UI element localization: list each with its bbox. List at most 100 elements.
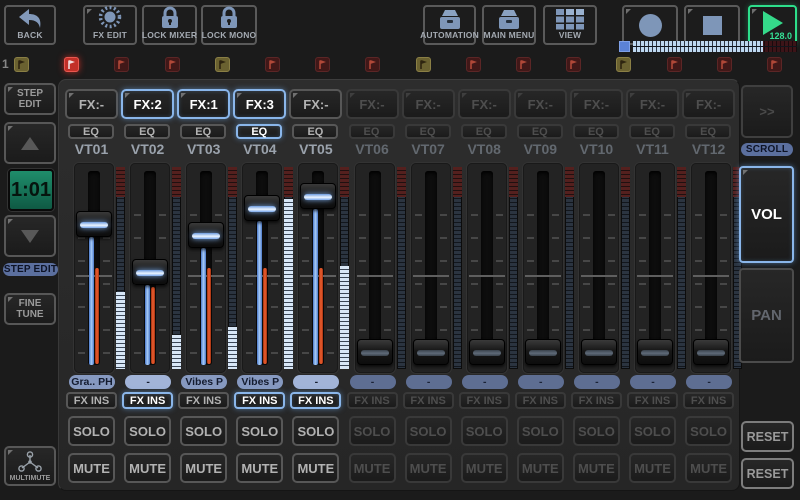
volume-fader-handle[interactable] — [637, 339, 673, 365]
eq-button[interactable]: EQ — [517, 124, 563, 139]
mute-button[interactable]: MUTE — [461, 453, 508, 483]
fx-insert-button[interactable]: FX INS — [122, 392, 173, 409]
fx-insert-button[interactable]: FX INS — [66, 392, 117, 409]
scroll-button[interactable]: >> — [741, 85, 793, 138]
track-sample-label[interactable]: - — [406, 375, 452, 389]
pattern-pad[interactable] — [566, 57, 581, 72]
fx-select-button[interactable]: FX:- — [570, 89, 623, 119]
volume-fader-handle[interactable] — [76, 211, 112, 237]
track-sample-label[interactable]: - — [350, 375, 396, 389]
lock-mono-button[interactable]: LOCK MONO — [201, 5, 257, 45]
fx-select-button[interactable]: FX:- — [402, 89, 455, 119]
mute-button[interactable]: MUTE — [180, 453, 227, 483]
fx-select-button[interactable]: FX:1 — [177, 89, 230, 119]
solo-button[interactable]: SOLO — [292, 416, 339, 446]
pattern-pad[interactable] — [667, 57, 682, 72]
pattern-pad[interactable] — [265, 57, 280, 72]
volume-fader-handle[interactable] — [693, 339, 729, 365]
mute-button[interactable]: MUTE — [405, 453, 452, 483]
eq-button[interactable]: EQ — [292, 124, 338, 139]
fx-insert-button[interactable]: FX INS — [234, 392, 285, 409]
solo-button[interactable]: SOLO — [180, 416, 227, 446]
eq-button[interactable]: EQ — [685, 124, 731, 139]
mute-button[interactable]: MUTE — [124, 453, 171, 483]
eq-button[interactable]: EQ — [180, 124, 226, 139]
playhead-marker[interactable] — [619, 41, 630, 52]
mute-button[interactable]: MUTE — [292, 453, 339, 483]
step-down-button[interactable] — [4, 215, 56, 257]
solo-button[interactable]: SOLO — [461, 416, 508, 446]
step-up-button[interactable] — [4, 122, 56, 164]
volume-fader-handle[interactable] — [581, 339, 617, 365]
track-sample-label[interactable]: Gra.. PH — [69, 375, 115, 389]
pattern-pad[interactable] — [365, 57, 380, 72]
track-sample-label[interactable]: - — [518, 375, 564, 389]
volume-fader-handle[interactable] — [244, 195, 280, 221]
pattern-pad[interactable] — [114, 57, 129, 72]
eq-button[interactable]: EQ — [405, 124, 451, 139]
pattern-pad[interactable] — [64, 57, 79, 72]
fx-select-button[interactable]: FX:2 — [121, 89, 174, 119]
fx-insert-button[interactable]: FX INS — [515, 392, 566, 409]
mute-button[interactable]: MUTE — [236, 453, 283, 483]
track-sample-label[interactable]: - — [293, 375, 339, 389]
fx-insert-button[interactable]: FX INS — [571, 392, 622, 409]
track-sample-label[interactable]: - — [574, 375, 620, 389]
volume-fader-handle[interactable] — [469, 339, 505, 365]
volume-fader-handle[interactable] — [413, 339, 449, 365]
volume-fader-handle[interactable] — [357, 339, 393, 365]
eq-button[interactable]: EQ — [349, 124, 395, 139]
eq-button[interactable]: EQ — [573, 124, 619, 139]
volume-fader-handle[interactable] — [300, 183, 336, 209]
solo-button[interactable]: SOLO — [405, 416, 452, 446]
pattern-pad[interactable] — [516, 57, 531, 72]
solo-button[interactable]: SOLO — [124, 416, 171, 446]
lock-mixer-button[interactable]: LOCK MIXER — [142, 5, 197, 45]
fx-insert-button[interactable]: FX INS — [683, 392, 734, 409]
fx-select-button[interactable]: FX:- — [346, 89, 399, 119]
fx-select-button[interactable]: FX:- — [458, 89, 511, 119]
song-progress-bar[interactable] — [633, 41, 797, 52]
volume-fader-handle[interactable] — [525, 339, 561, 365]
mute-button[interactable]: MUTE — [629, 453, 676, 483]
solo-button[interactable]: SOLO — [517, 416, 564, 446]
pattern-pad[interactable] — [14, 57, 29, 72]
solo-button[interactable]: SOLO — [685, 416, 732, 446]
reset-button-top[interactable]: RESET — [741, 421, 794, 452]
eq-button[interactable]: EQ — [124, 124, 170, 139]
main-menu-button[interactable]: MAIN MENU — [482, 5, 536, 45]
mute-button[interactable]: MUTE — [517, 453, 564, 483]
fx-insert-button[interactable]: FX INS — [178, 392, 229, 409]
track-sample-label[interactable]: - — [125, 375, 171, 389]
fx-select-button[interactable]: FX:- — [626, 89, 679, 119]
pattern-pad[interactable] — [717, 57, 732, 72]
pattern-pad[interactable] — [466, 57, 481, 72]
solo-button[interactable]: SOLO — [573, 416, 620, 446]
view-button[interactable]: VIEW — [543, 5, 597, 45]
stop-button[interactable] — [684, 5, 740, 45]
mute-button[interactable]: MUTE — [685, 453, 732, 483]
fine-tune-button[interactable]: FINE TUNE — [4, 293, 56, 325]
fx-insert-button[interactable]: FX INS — [347, 392, 398, 409]
solo-button[interactable]: SOLO — [629, 416, 676, 446]
solo-button[interactable]: SOLO — [349, 416, 396, 446]
mute-button[interactable]: MUTE — [68, 453, 115, 483]
mute-button[interactable]: MUTE — [573, 453, 620, 483]
track-sample-label[interactable]: Vibes P — [181, 375, 227, 389]
pattern-pad[interactable] — [416, 57, 431, 72]
fx-select-button[interactable]: FX:- — [514, 89, 567, 119]
fx-select-button[interactable]: FX:- — [289, 89, 342, 119]
fx-insert-button[interactable]: FX INS — [403, 392, 454, 409]
track-sample-label[interactable]: - — [686, 375, 732, 389]
fx-edit-button[interactable]: FX EDIT — [83, 5, 137, 45]
multimute-button[interactable]: MULTIMUTE — [4, 446, 56, 486]
automation-button[interactable]: AUTOMATION — [423, 5, 476, 45]
fx-select-button[interactable]: FX:- — [682, 89, 735, 119]
pan-mode-button[interactable]: PAN — [739, 268, 794, 363]
fx-select-button[interactable]: FX:3 — [233, 89, 286, 119]
play-button[interactable]: 128.0 — [748, 5, 797, 45]
fx-select-button[interactable]: FX:- — [65, 89, 118, 119]
pattern-pad[interactable] — [165, 57, 180, 72]
record-button[interactable] — [622, 5, 678, 45]
fx-insert-button[interactable]: FX INS — [459, 392, 510, 409]
